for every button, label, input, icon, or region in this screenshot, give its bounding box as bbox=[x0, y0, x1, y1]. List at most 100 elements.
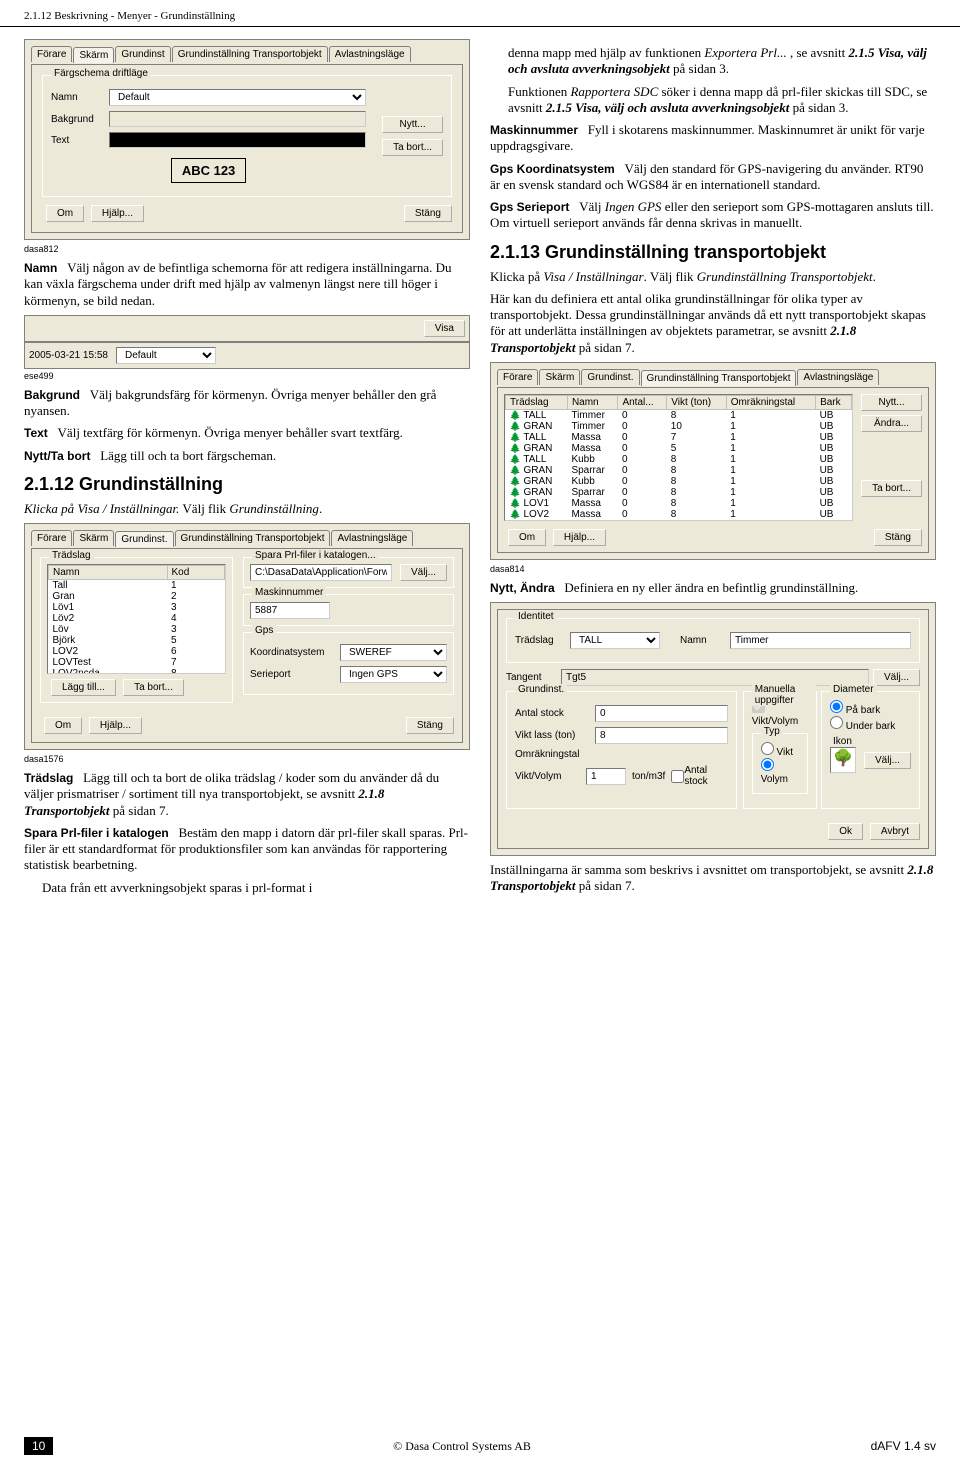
tab3-forare[interactable]: Förare bbox=[497, 369, 538, 385]
tab2-skarm[interactable]: Skärm bbox=[73, 530, 114, 546]
btn-tabort[interactable]: Ta bort... bbox=[382, 139, 443, 156]
screenshot-statusbar: Visa bbox=[24, 315, 470, 342]
fs-spara: Spara Prl-filer i katalogen... bbox=[252, 550, 379, 561]
para-nyttandra: Nytt, Ändra Definiera en ny eller ändra … bbox=[490, 580, 936, 596]
sub-2113a: Klicka på Visa / Inställningar. Välj fli… bbox=[490, 269, 936, 285]
heading-2112: 2.1.12 Grundinställning bbox=[24, 474, 470, 495]
sel-serie[interactable]: Ingen GPS bbox=[340, 666, 447, 683]
radio-pabark[interactable] bbox=[830, 700, 843, 713]
btn-hjalp2[interactable]: Hjälp... bbox=[89, 717, 142, 734]
btn-valj-tang[interactable]: Välj... bbox=[873, 669, 920, 686]
btn-nytt[interactable]: Nytt... bbox=[382, 116, 443, 133]
ref-dasa812: dasa812 bbox=[24, 244, 470, 254]
btn-valj-ikon[interactable]: Välj... bbox=[864, 752, 911, 769]
para-mask: Maskinnummer Fyll i skotarens maskinnumm… bbox=[490, 122, 936, 155]
tab-forare[interactable]: Förare bbox=[31, 46, 72, 62]
right-column: denna mapp med hjälp av funktionen Expor… bbox=[490, 39, 936, 902]
btn-avbryt[interactable]: Avbryt bbox=[870, 823, 920, 840]
table-row: 🌲 GRANSparrar081UB bbox=[506, 487, 852, 498]
cb-antalstock[interactable] bbox=[671, 770, 684, 783]
tab3-avlast[interactable]: Avlastningsläge bbox=[797, 369, 879, 385]
fs-tradslag: Trädslag bbox=[49, 550, 94, 561]
in-vikt[interactable] bbox=[595, 727, 728, 744]
screenshot-transport-panel: Förare Skärm Grundinst. Grundinställning… bbox=[490, 362, 936, 560]
right-p1: denna mapp med hjälp av funktionen Expor… bbox=[508, 45, 936, 78]
tab3-grundinst[interactable]: Grundinst. bbox=[581, 369, 639, 385]
btn-nytt3[interactable]: Nytt... bbox=[861, 394, 922, 411]
ref-dasa814: dasa814 bbox=[490, 564, 936, 574]
btn-ok[interactable]: Ok bbox=[828, 823, 863, 840]
btn-stang[interactable]: Stäng bbox=[404, 205, 452, 222]
in-viktvol[interactable] bbox=[586, 768, 626, 785]
para-spara2: Data från ett avverkningsobjekt sparas i… bbox=[42, 880, 470, 896]
tab-grund-transport[interactable]: Grundinställning Transportobjekt bbox=[172, 46, 328, 62]
page-number: 10 bbox=[24, 1437, 53, 1455]
table-row: 🌲 LOV2Massa081UB bbox=[506, 509, 852, 520]
btn-hjalp3[interactable]: Hjälp... bbox=[553, 529, 606, 546]
table-row: 🌲 TALLMassa071UB bbox=[506, 432, 852, 443]
ref-dasa1576: dasa1576 bbox=[24, 754, 470, 764]
table-row: 🌲 GRANSparrar081UB bbox=[506, 465, 852, 476]
page-header: 2.1.12 Beskrivning - Menyer - Grundinstä… bbox=[0, 0, 960, 27]
label-bakgrund: Bakgrund bbox=[51, 114, 109, 125]
btn-om2[interactable]: Om bbox=[44, 717, 82, 734]
screenshot-grundinst-panel: Förare Skärm Grundinst. Grundinställning… bbox=[24, 523, 470, 750]
radio-volym[interactable] bbox=[761, 758, 774, 771]
table-row: 🌲 GRANTimmer0101UB bbox=[506, 421, 852, 432]
select-status-default[interactable]: Default bbox=[116, 347, 216, 364]
ref-ese499: ese499 bbox=[24, 371, 470, 381]
radio-underbark[interactable] bbox=[830, 716, 843, 729]
btn-om3[interactable]: Om bbox=[508, 529, 546, 546]
table-row: 🌲 GRANMassa051UB bbox=[506, 443, 852, 454]
sub-2112: Klicka på Visa / Inställningar. Välj fli… bbox=[24, 501, 470, 517]
para-bakgrund: Bakgrund Välj bakgrundsfärg för körmenyn… bbox=[24, 387, 470, 420]
status-timestamp: 2005-03-21 15:58 bbox=[29, 350, 108, 361]
fs-mask: Maskinnummer bbox=[252, 587, 326, 598]
transport-table[interactable]: TrädslagNamnAntal...Vikt (ton)Omräknings… bbox=[504, 394, 853, 521]
in-namn[interactable] bbox=[730, 632, 911, 649]
tab2-forare[interactable]: Förare bbox=[31, 530, 72, 546]
tab2-avlast[interactable]: Avlastningsläge bbox=[331, 530, 413, 546]
btn-tabort3[interactable]: Ta bort... bbox=[861, 480, 922, 497]
tab3-transport[interactable]: Grundinställning Transportobjekt bbox=[641, 370, 797, 386]
footer-right: dAFV 1.4 sv bbox=[871, 1439, 936, 1453]
para-namn: Namn Välj någon av de befintliga schemor… bbox=[24, 260, 470, 309]
tab3-skarm[interactable]: Skärm bbox=[539, 369, 580, 385]
swatch-bakgrund[interactable] bbox=[109, 111, 366, 127]
radio-vikt[interactable] bbox=[761, 742, 774, 755]
sel-trad[interactable]: TALL bbox=[570, 632, 660, 649]
btn-visa[interactable]: Visa bbox=[424, 320, 465, 337]
btn-om[interactable]: Om bbox=[46, 205, 84, 222]
in-antal[interactable] bbox=[595, 705, 728, 722]
para-spara: Spara Prl-filer i katalogen Bestäm den m… bbox=[24, 825, 470, 874]
sel-koord[interactable]: SWEREF bbox=[340, 644, 447, 661]
input-path[interactable] bbox=[250, 564, 392, 581]
btn-stang2[interactable]: Stäng bbox=[406, 717, 454, 734]
btn-valj[interactable]: Välj... bbox=[400, 564, 447, 581]
screenshot-skarm-panel: Förare Skärm Grundinst Grundinställning … bbox=[24, 39, 470, 240]
tree-icon: 🌲 bbox=[510, 410, 521, 420]
page-footer: 10 © Dasa Control Systems AB dAFV 1.4 sv bbox=[0, 1437, 960, 1455]
tab-avlast[interactable]: Avlastningsläge bbox=[329, 46, 411, 62]
btn-laggtill[interactable]: Lägg till... bbox=[51, 679, 116, 696]
fieldset-label: Färgschema driftläge bbox=[51, 68, 151, 79]
select-namn[interactable]: Default bbox=[109, 89, 366, 106]
tab-skarm[interactable]: Skärm bbox=[73, 47, 114, 63]
btn-hjalp[interactable]: Hjälp... bbox=[91, 205, 144, 222]
label-text: Text bbox=[51, 135, 109, 146]
input-mask[interactable] bbox=[250, 602, 330, 619]
tab2-transport[interactable]: Grundinställning Transportobjekt bbox=[175, 530, 331, 546]
para-text: Text Välj textfärg för körmenyn. Övriga … bbox=[24, 425, 470, 441]
btn-stang3[interactable]: Stäng bbox=[874, 529, 922, 546]
in-tang bbox=[561, 669, 869, 686]
tab2-grundinst[interactable]: Grundinst. bbox=[115, 531, 173, 547]
tradslag-list[interactable]: NamnKod Tall1 Gran2 Löv13 Löv24 Löv3 Bjö… bbox=[47, 564, 226, 674]
swatch-text[interactable] bbox=[109, 132, 366, 148]
tab-grundinst[interactable]: Grundinst bbox=[115, 46, 170, 62]
heading-2113: 2.1.13 Grundinställning transportobjekt bbox=[490, 242, 936, 263]
btn-tabort2[interactable]: Ta bort... bbox=[123, 679, 184, 696]
btn-andra3[interactable]: Ändra... bbox=[861, 415, 922, 432]
left-column: Förare Skärm Grundinst Grundinställning … bbox=[24, 39, 470, 902]
preview-abc: ABC 123 bbox=[171, 158, 246, 183]
icon-preview: 🌳 bbox=[830, 747, 856, 773]
